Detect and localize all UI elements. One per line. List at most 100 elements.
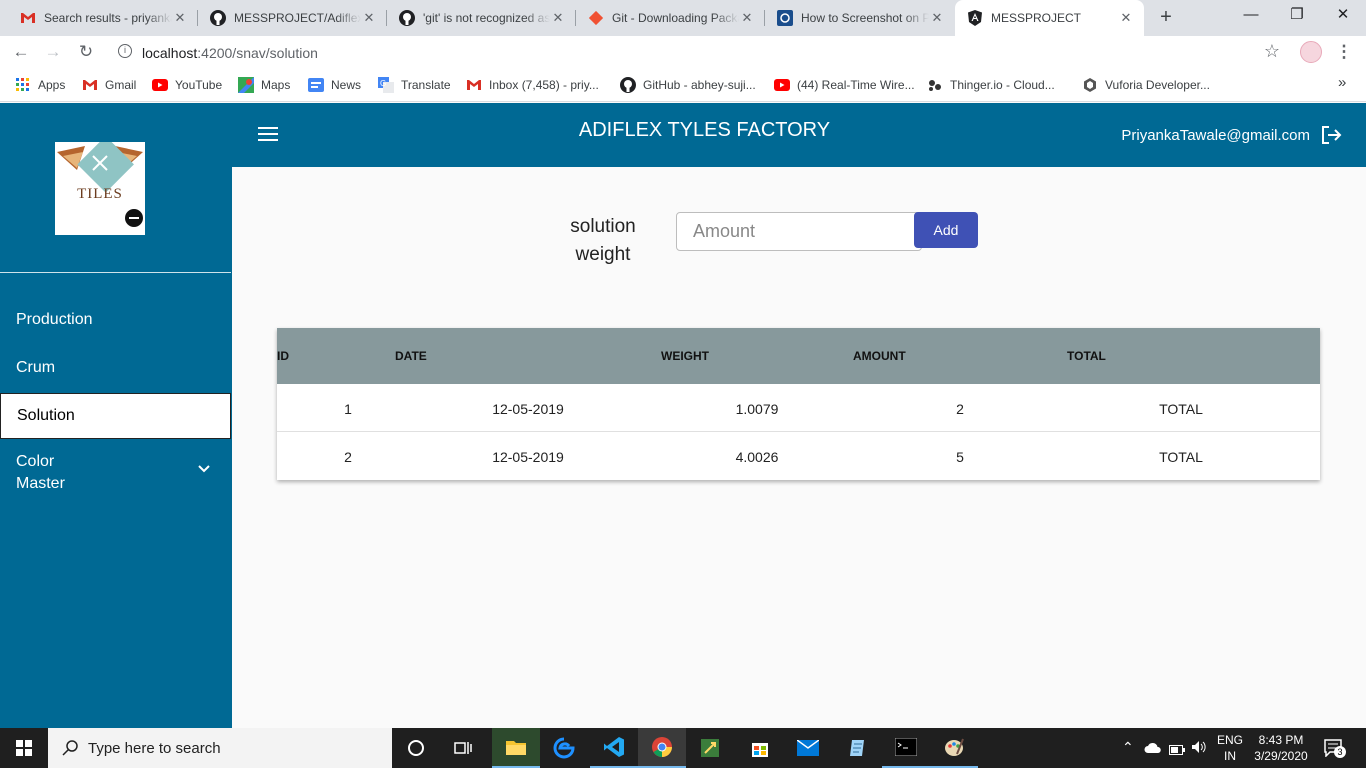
tab-git-downloading[interactable]: Git - Downloading Package ✕: [576, 0, 765, 36]
bookmarks-more-button[interactable]: »: [1338, 74, 1346, 91]
bookmark-thinger[interactable]: Thinger.io - Cloud...: [927, 77, 1055, 93]
add-button[interactable]: Add: [914, 212, 978, 248]
tab-github-adiflex[interactable]: MESSPROJECT/Adiflex.md ✕: [198, 0, 387, 36]
close-icon[interactable]: ✕: [550, 10, 566, 26]
git-icon: [588, 10, 604, 26]
tab-title: 'git' is not recognized as: [423, 11, 550, 25]
new-tab-button[interactable]: +: [1155, 6, 1177, 28]
bookmark-inbox[interactable]: Inbox (7,458) - priy...: [466, 77, 599, 93]
terminal-icon[interactable]: [882, 728, 930, 768]
bookmark-maps[interactable]: Maps: [238, 77, 290, 93]
tab-gmail-search[interactable]: Search results - priyanka ✕: [8, 0, 198, 36]
bookmark-label: GitHub - abhey-suji...: [643, 78, 756, 92]
bookmark-realtime[interactable]: (44) Real-Time Wire...: [774, 77, 915, 93]
url-bar[interactable]: i localhost:4200/snav/solution ☆: [108, 37, 1290, 67]
maps-icon: [238, 77, 254, 93]
bookmark-label: Gmail: [105, 78, 137, 92]
volume-icon[interactable]: [1191, 740, 1207, 759]
vscode-icon[interactable]: [590, 728, 638, 768]
tab-messproject[interactable]: MESSPROJECT ✕: [955, 0, 1144, 36]
info-icon[interactable]: i: [118, 44, 132, 58]
mail-icon[interactable]: [784, 728, 832, 768]
notepad-icon[interactable]: [834, 728, 882, 768]
tab-git-not-recognized[interactable]: 'git' is not recognized as ✕: [387, 0, 576, 36]
store-icon[interactable]: [736, 728, 784, 768]
bookmark-youtube[interactable]: YouTube: [152, 77, 222, 93]
task-view-icon[interactable]: [440, 728, 488, 768]
side-nav: TILES Production Crum Solution Color Mas…: [0, 103, 232, 728]
solution-table: ID DATE WEIGHT AMOUNT TOTAL 1 12-05-2019…: [277, 328, 1320, 480]
tab-title: MESSPROJECT/Adiflex.md: [234, 11, 361, 25]
battery-icon[interactable]: [1169, 742, 1185, 760]
nav-item-crum[interactable]: Crum: [0, 345, 231, 391]
edge-icon[interactable]: [540, 728, 588, 768]
notifications-icon[interactable]: 3: [1324, 739, 1346, 758]
url-text: localhost:4200/snav/solution: [142, 45, 318, 61]
paint-icon[interactable]: [930, 728, 978, 768]
nav-item-label: Production: [16, 311, 93, 328]
notification-count: 3: [1334, 746, 1346, 758]
region-code: IN: [1224, 749, 1236, 763]
table-header-row: ID DATE WEIGHT AMOUNT TOTAL: [277, 328, 1320, 384]
windows-taskbar: Type here to search ⌃ ENG IN 8:43 PM 3/2…: [0, 728, 1366, 768]
windows-start-icon[interactable]: [0, 728, 48, 768]
app-title: ADIFLEX TYLES FACTORY: [578, 119, 831, 141]
nav-item-label: Crum: [16, 359, 56, 376]
cell-weight: 1.0079: [735, 401, 779, 417]
header-date: DATE: [395, 349, 427, 363]
bookmark-gmail[interactable]: Gmail: [82, 77, 136, 93]
file-explorer-icon[interactable]: [492, 728, 540, 768]
clock-time: 8:43 PM: [1258, 733, 1304, 747]
profile-avatar[interactable]: [1300, 41, 1322, 63]
bookmarks-bar: Apps Gmail YouTube Maps News G Translate…: [0, 68, 1366, 102]
nav-item-color-master[interactable]: Color Master: [0, 449, 231, 497]
chrome-icon[interactable]: [638, 728, 686, 768]
close-icon[interactable]: ✕: [361, 10, 377, 26]
star-icon[interactable]: ☆: [1264, 41, 1280, 62]
taskbar-clock[interactable]: 8:43 PM 3/29/2020: [1252, 732, 1310, 764]
close-icon[interactable]: ✕: [929, 10, 945, 26]
vuforia-icon: [1082, 77, 1098, 93]
chevron-up-icon[interactable]: ⌃: [1122, 739, 1134, 756]
restore-icon[interactable]: ❐: [1274, 0, 1320, 32]
bookmark-translate[interactable]: G Translate: [378, 77, 451, 93]
nav-item-production[interactable]: Production: [0, 297, 231, 343]
reload-icon[interactable]: ↻: [76, 42, 96, 62]
news-icon: [308, 77, 324, 93]
tab-how-to-screenshot[interactable]: How to Screenshot on PC ✕: [765, 0, 955, 36]
youtube-icon: [152, 77, 168, 93]
forward-icon[interactable]: →: [43, 42, 63, 62]
sync-tool-icon[interactable]: [686, 728, 734, 768]
nav-item-solution[interactable]: Solution: [0, 393, 231, 439]
back-icon[interactable]: ←: [11, 42, 31, 62]
minimize-icon[interactable]: —: [1228, 0, 1274, 32]
tab-title: Search results - priyanka: [44, 11, 172, 25]
header-weight: WEIGHT: [661, 349, 709, 363]
bookmark-label: Thinger.io - Cloud...: [950, 78, 1055, 92]
language-indicator[interactable]: ENG IN: [1214, 732, 1246, 764]
close-icon[interactable]: ✕: [172, 10, 188, 26]
cortana-icon[interactable]: [392, 728, 440, 768]
header-amount: AMOUNT: [853, 349, 906, 363]
angular-icon: [967, 10, 983, 26]
window-close-icon[interactable]: ✕: [1320, 0, 1366, 32]
chevron-down-icon[interactable]: [196, 461, 212, 477]
close-icon[interactable]: ✕: [1118, 10, 1134, 26]
amount-input[interactable]: [676, 212, 922, 251]
thinger-icon: [927, 77, 943, 93]
bookmark-news[interactable]: News: [308, 77, 361, 93]
onedrive-icon[interactable]: [1144, 741, 1162, 759]
taskbar-search-text: Type here to search: [88, 739, 221, 757]
browser-tab-bar: Search results - priyanka ✕ MESSPROJECT/…: [0, 0, 1366, 36]
bookmark-apps[interactable]: Apps: [15, 77, 65, 93]
cell-weight: 4.0026: [735, 449, 779, 465]
bookmark-vuforia[interactable]: Vuforia Developer...: [1082, 77, 1210, 93]
taskbar-search[interactable]: Type here to search: [48, 728, 392, 768]
logout-icon[interactable]: [1320, 124, 1342, 146]
bookmark-github[interactable]: GitHub - abhey-suji...: [620, 77, 756, 93]
bookmark-label: (44) Real-Time Wire...: [797, 78, 915, 92]
github-icon: [620, 77, 636, 93]
app-toolbar: ADIFLEX TYLES FACTORY PriyankaTawale@gma…: [232, 103, 1366, 167]
close-icon[interactable]: ✕: [739, 10, 755, 26]
kebab-menu-icon[interactable]: ⋮: [1334, 42, 1354, 62]
